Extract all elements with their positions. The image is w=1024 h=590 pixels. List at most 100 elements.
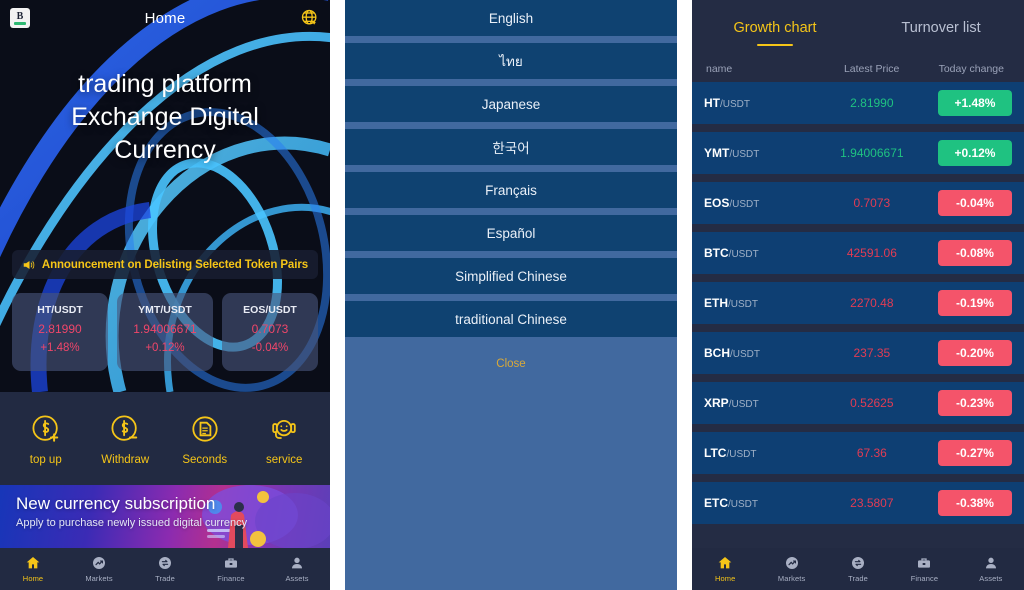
logo-underline [14, 21, 26, 25]
row-quote: /USDT [728, 499, 758, 510]
language-option-thai[interactable]: ไทย [345, 43, 677, 79]
table-row[interactable]: LTC/USDT 67.36 -0.27% [692, 432, 1024, 474]
language-option-english[interactable]: English [345, 0, 677, 36]
nav-item-finance[interactable]: Finance [198, 548, 264, 590]
status-badge: -0.27% [937, 440, 1012, 466]
language-option-traditional-chinese[interactable]: traditional Chinese [345, 301, 677, 337]
row-pair: BTC/USDT [704, 246, 821, 260]
ticker-pair: EOS/USDT [243, 304, 297, 316]
status-badge: +0.12% [937, 140, 1012, 166]
status-badge: -0.20% [937, 340, 1012, 366]
language-option-spanish[interactable]: Español [345, 215, 677, 251]
home-icon [718, 557, 732, 569]
row-change-cell: +0.12% [923, 140, 1012, 166]
action-seconds[interactable]: Seconds [170, 411, 240, 466]
nav-item-trade[interactable]: Trade [825, 548, 891, 590]
screenshot-root: B Home trading platform Exchange Digital… [0, 0, 1024, 590]
table-row[interactable]: HT/USDT 2.81990 +1.48% [692, 82, 1024, 124]
ticker-card[interactable]: HT/USDT 2.81990 +1.48% [12, 293, 108, 371]
nav-item-home[interactable]: Home [692, 548, 758, 590]
nav-item-markets[interactable]: Markets [66, 548, 132, 590]
status-badge: -0.04% [937, 190, 1012, 216]
column-header-latest-price: Latest Price [843, 63, 900, 75]
hero-line-3: Currency [114, 136, 216, 164]
nav-label: Trade [155, 574, 175, 583]
row-pair: HT/USDT [704, 96, 821, 110]
language-option-japanese[interactable]: Japanese [345, 86, 677, 122]
ticker-price: 0.7073 [251, 322, 289, 336]
language-option-french[interactable]: Français [345, 172, 677, 208]
nav-label: Assets [285, 574, 309, 583]
action-withdraw[interactable]: Withdraw [90, 411, 160, 466]
status-badge: -0.23% [937, 390, 1012, 416]
table-row[interactable]: XRP/USDT 0.52625 -0.23% [692, 382, 1024, 424]
nav-label: Home [715, 574, 736, 583]
ticker-change: -0.04% [251, 342, 289, 354]
column-header-name: name [706, 63, 733, 75]
row-change-cell: -0.20% [923, 340, 1012, 366]
row-pair: LTC/USDT [704, 446, 821, 460]
status-badge: -0.08% [937, 240, 1012, 266]
action-service[interactable]: service [249, 411, 319, 466]
table-row[interactable]: YMT/USDT 1.94006671 +0.12% [692, 132, 1024, 174]
ticker-card[interactable]: YMT/USDT 1.94006671 +0.12% [117, 293, 213, 371]
row-price: 42591.06 [846, 246, 897, 260]
promo-banner[interactable]: New currency subscription Apply to purch… [0, 485, 330, 548]
market-table-header: name Latest Price Today change [692, 56, 1024, 82]
globe-icon[interactable] [300, 8, 320, 28]
market-tabs: Growth chart Turnover list [692, 0, 1024, 56]
row-base: LTC [704, 446, 727, 460]
exchange-circle-icon [852, 557, 865, 569]
tab-turnover-list[interactable]: Turnover list [858, 0, 1024, 56]
nav-item-assets[interactable]: Assets [958, 548, 1024, 590]
table-row[interactable]: ETC/USDT 23.5807 -0.38% [692, 482, 1024, 524]
briefcase-icon [225, 558, 237, 568]
row-base: ETC [704, 496, 728, 510]
table-row[interactable]: BTC/USDT 42591.06 -0.08% [692, 232, 1024, 274]
nav-item-home[interactable]: Home [0, 548, 66, 590]
nav-item-finance[interactable]: Finance [891, 548, 957, 590]
row-price: 237.35 [853, 346, 891, 360]
logo-letter: B [16, 10, 24, 22]
announcement-text: Announcement on Delisting Selected Token… [41, 258, 308, 271]
action-top-up[interactable]: top up [11, 411, 81, 466]
nav-item-trade[interactable]: Trade [132, 548, 198, 590]
action-label: service [266, 454, 303, 466]
chart-arrow-icon [785, 557, 798, 569]
home-screen: B Home trading platform Exchange Digital… [0, 0, 330, 590]
table-row[interactable]: EOS/USDT 0.7073 -0.04% [692, 182, 1024, 224]
ticker-change: +0.12% [145, 342, 185, 354]
table-row[interactable]: BCH/USDT 237.35 -0.20% [692, 332, 1024, 374]
row-price: 0.52625 [850, 396, 894, 410]
language-option-simplified-chinese[interactable]: Simplified Chinese [345, 258, 677, 294]
action-label: Seconds [182, 454, 228, 466]
language-sheet-screen: English ไทย Japanese 한국어 Français Españo… [345, 0, 677, 590]
close-button[interactable]: Close [345, 344, 677, 384]
page-title: Home [144, 9, 186, 27]
person-icon [292, 557, 302, 569]
ticker-card[interactable]: EOS/USDT 0.7073 -0.04% [222, 293, 318, 371]
row-change-cell: -0.04% [923, 190, 1012, 216]
row-base: XRP [704, 396, 729, 410]
promo-subtitle: Apply to purchase newly issued digital c… [16, 517, 248, 529]
language-option-korean[interactable]: 한국어 [345, 129, 677, 165]
nav-item-assets[interactable]: Assets [264, 548, 330, 590]
row-price: 23.5807 [850, 496, 894, 510]
nav-label: Trade [848, 574, 868, 583]
announcement-bar[interactable]: Announcement on Delisting Selected Token… [12, 250, 318, 279]
home-topbar: B Home [0, 0, 330, 36]
ticker-change: +1.48% [40, 342, 80, 354]
tab-growth-chart[interactable]: Growth chart [692, 0, 858, 56]
table-row[interactable]: ETH/USDT 2270.48 -0.19% [692, 282, 1024, 324]
market-screen: Growth chart Turnover list name Latest P… [692, 0, 1024, 590]
row-pair: ETH/USDT [704, 296, 821, 310]
nav-label: Home [22, 574, 44, 583]
nav-item-markets[interactable]: Markets [758, 548, 824, 590]
action-label: top up [29, 454, 62, 466]
person-icon [985, 557, 996, 569]
app-logo[interactable]: B [10, 8, 30, 28]
row-quote: /USDT [728, 299, 758, 310]
market-table-body: HT/USDT 2.81990 +1.48% YMT/USDT 1.940066… [692, 82, 1024, 524]
home-icon [26, 557, 40, 569]
briefcase-icon [918, 558, 931, 568]
